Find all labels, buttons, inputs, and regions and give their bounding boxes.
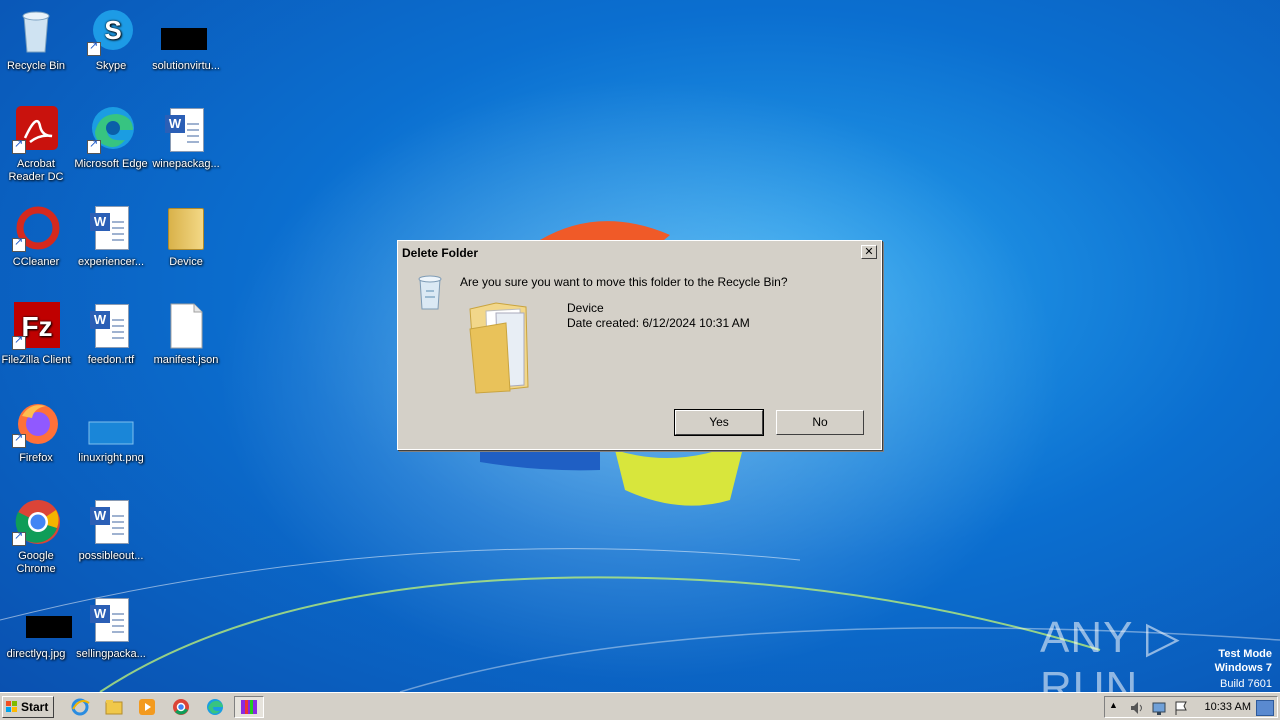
edge-icon [87, 106, 135, 154]
desktop-icon-acrobat[interactable]: Acrobat Reader DC [0, 106, 74, 184]
blank-file-icon [162, 302, 210, 350]
item-name: Device [567, 301, 604, 315]
word-document-icon: W [87, 302, 135, 350]
shortcut-arrow-icon [12, 236, 26, 252]
desktop-icon-sellingpacka[interactable]: W sellingpacka... [73, 596, 149, 661]
active-app-button[interactable] [234, 696, 264, 718]
edge-taskbar-icon[interactable] [205, 697, 225, 717]
desktop-icon-winepackag[interactable]: W winepackag... [148, 106, 224, 171]
desktop-icon-linuxright[interactable]: linuxright.png [73, 400, 149, 465]
recycle-bin-icon [12, 8, 60, 56]
chrome-icon [12, 498, 60, 546]
show-desktop-button[interactable] [1256, 700, 1274, 716]
desktop-icon-label: Skype [95, 60, 127, 72]
desktop-icon-filezilla[interactable]: Fz FileZilla Client [0, 302, 74, 367]
desktop-icon-label: possibleout... [78, 550, 144, 562]
desktop-icon-label: FileZilla Client [1, 354, 71, 366]
filezilla-icon: Fz [12, 302, 60, 350]
desktop-icon-skype[interactable]: S Skype [73, 8, 149, 73]
close-button[interactable]: ✕ [861, 245, 877, 259]
word-document-icon: W [87, 204, 135, 252]
shortcut-arrow-icon [12, 334, 26, 350]
desktop-icon-feedon[interactable]: W feedon.rtf [73, 302, 149, 367]
clock[interactable]: 10:33 AM [1205, 701, 1251, 713]
desktop-icon-directlyq[interactable]: directlyq.jpg [0, 596, 74, 661]
recycle-bin-icon [416, 273, 444, 311]
desktop-icon-label: Microsoft Edge [74, 158, 148, 170]
desktop-icon-manifest[interactable]: manifest.json [148, 302, 224, 367]
no-button[interactable]: No [776, 410, 864, 435]
desktop-icon-label: Google Chrome [16, 550, 56, 575]
word-document-icon: W [162, 106, 210, 154]
build-label: Build 7601 [1220, 678, 1272, 690]
shortcut-arrow-icon [87, 138, 101, 154]
test-mode-label: Test Mode [1218, 648, 1272, 660]
ccleaner-icon [12, 204, 60, 252]
desktop-icon-label: solutionvirtu... [152, 60, 220, 72]
skype-icon: S [87, 8, 135, 56]
blank-image-icon [161, 8, 210, 56]
shortcut-arrow-icon [12, 432, 26, 448]
desktop-icon-label: directlyq.jpg [6, 648, 66, 660]
word-document-icon: W [87, 498, 135, 546]
chrome-taskbar-icon[interactable] [171, 697, 191, 717]
windows-logo-icon [6, 701, 17, 712]
archive-icon [241, 700, 257, 714]
firefox-icon [12, 400, 60, 448]
desktop-icon-label: winepackag... [152, 158, 220, 170]
network-icon[interactable] [1151, 700, 1167, 716]
dialog-titlebar[interactable]: Delete Folder ✕ [400, 243, 879, 263]
desktop-icon-possibleout[interactable]: W possibleout... [73, 498, 149, 563]
svg-text:Fz: Fz [21, 311, 52, 342]
desktop-icon-experiencer[interactable]: W experiencer... [73, 204, 149, 269]
desktop-icon-firefox[interactable]: Firefox [0, 400, 74, 465]
desktop-icon-edge[interactable]: Microsoft Edge [73, 106, 149, 171]
desktop-icon-label: manifest.json [153, 354, 219, 366]
desktop-icon-recycle-bin[interactable]: Recycle Bin [0, 8, 74, 73]
media-player-icon[interactable] [137, 697, 157, 717]
word-document-icon: W [87, 596, 135, 644]
delete-folder-dialog: Delete Folder ✕ Are you sure you want to… [397, 240, 882, 450]
desktop-icon-ccleaner[interactable]: CCleaner [0, 204, 74, 269]
taskbar: Start ▲ 10:33 AM [0, 692, 1280, 720]
dialog-title: Delete Folder [402, 246, 479, 260]
start-label: Start [21, 700, 49, 714]
desktop-icon-label: Firefox [19, 452, 53, 464]
blank-image-icon [12, 596, 72, 644]
yes-button[interactable]: Yes [674, 409, 764, 436]
desktop-icon-label: Recycle Bin [6, 60, 66, 72]
image-thumbnail-icon [87, 400, 135, 448]
desktop-icon-label: Device [169, 256, 203, 268]
folder-icon [466, 299, 536, 395]
volume-icon[interactable] [1129, 700, 1145, 716]
start-button[interactable]: Start [2, 696, 54, 718]
acrobat-icon [12, 106, 60, 154]
file-explorer-icon[interactable] [104, 697, 124, 717]
shortcut-arrow-icon [87, 40, 101, 56]
desktop-icon-chrome[interactable]: Google Chrome [0, 498, 74, 576]
desktop-icon-label: sellingpacka... [76, 648, 146, 660]
desktop-icon-solutionvirtu[interactable]: solutionvirtu... [148, 8, 224, 73]
system-tray: ▲ 10:33 AM [1104, 696, 1278, 718]
dialog-message: Are you sure you want to move this folde… [460, 275, 788, 289]
action-center-flag-icon[interactable] [1173, 700, 1189, 716]
desktop-icon-device[interactable]: Device [148, 204, 224, 269]
desktop-icon-label: CCleaner [12, 256, 60, 268]
show-hidden-icons-button[interactable]: ▲ [1109, 700, 1118, 710]
desktop-icon-label: Acrobat Reader DC [8, 158, 64, 183]
desktop-icon-label: feedon.rtf [87, 354, 135, 366]
item-date-created: Date created: 6/12/2024 10:31 AM [567, 316, 750, 330]
shortcut-arrow-icon [12, 530, 26, 546]
desktop-icon-label: linuxright.png [78, 452, 144, 464]
shortcut-arrow-icon [12, 138, 26, 154]
desktop-icon-label: experiencer... [77, 256, 145, 268]
folder-icon [162, 204, 210, 252]
svg-text:S: S [104, 15, 121, 45]
internet-explorer-icon[interactable] [70, 697, 90, 717]
windows-version-label: Windows 7 [1214, 662, 1272, 674]
